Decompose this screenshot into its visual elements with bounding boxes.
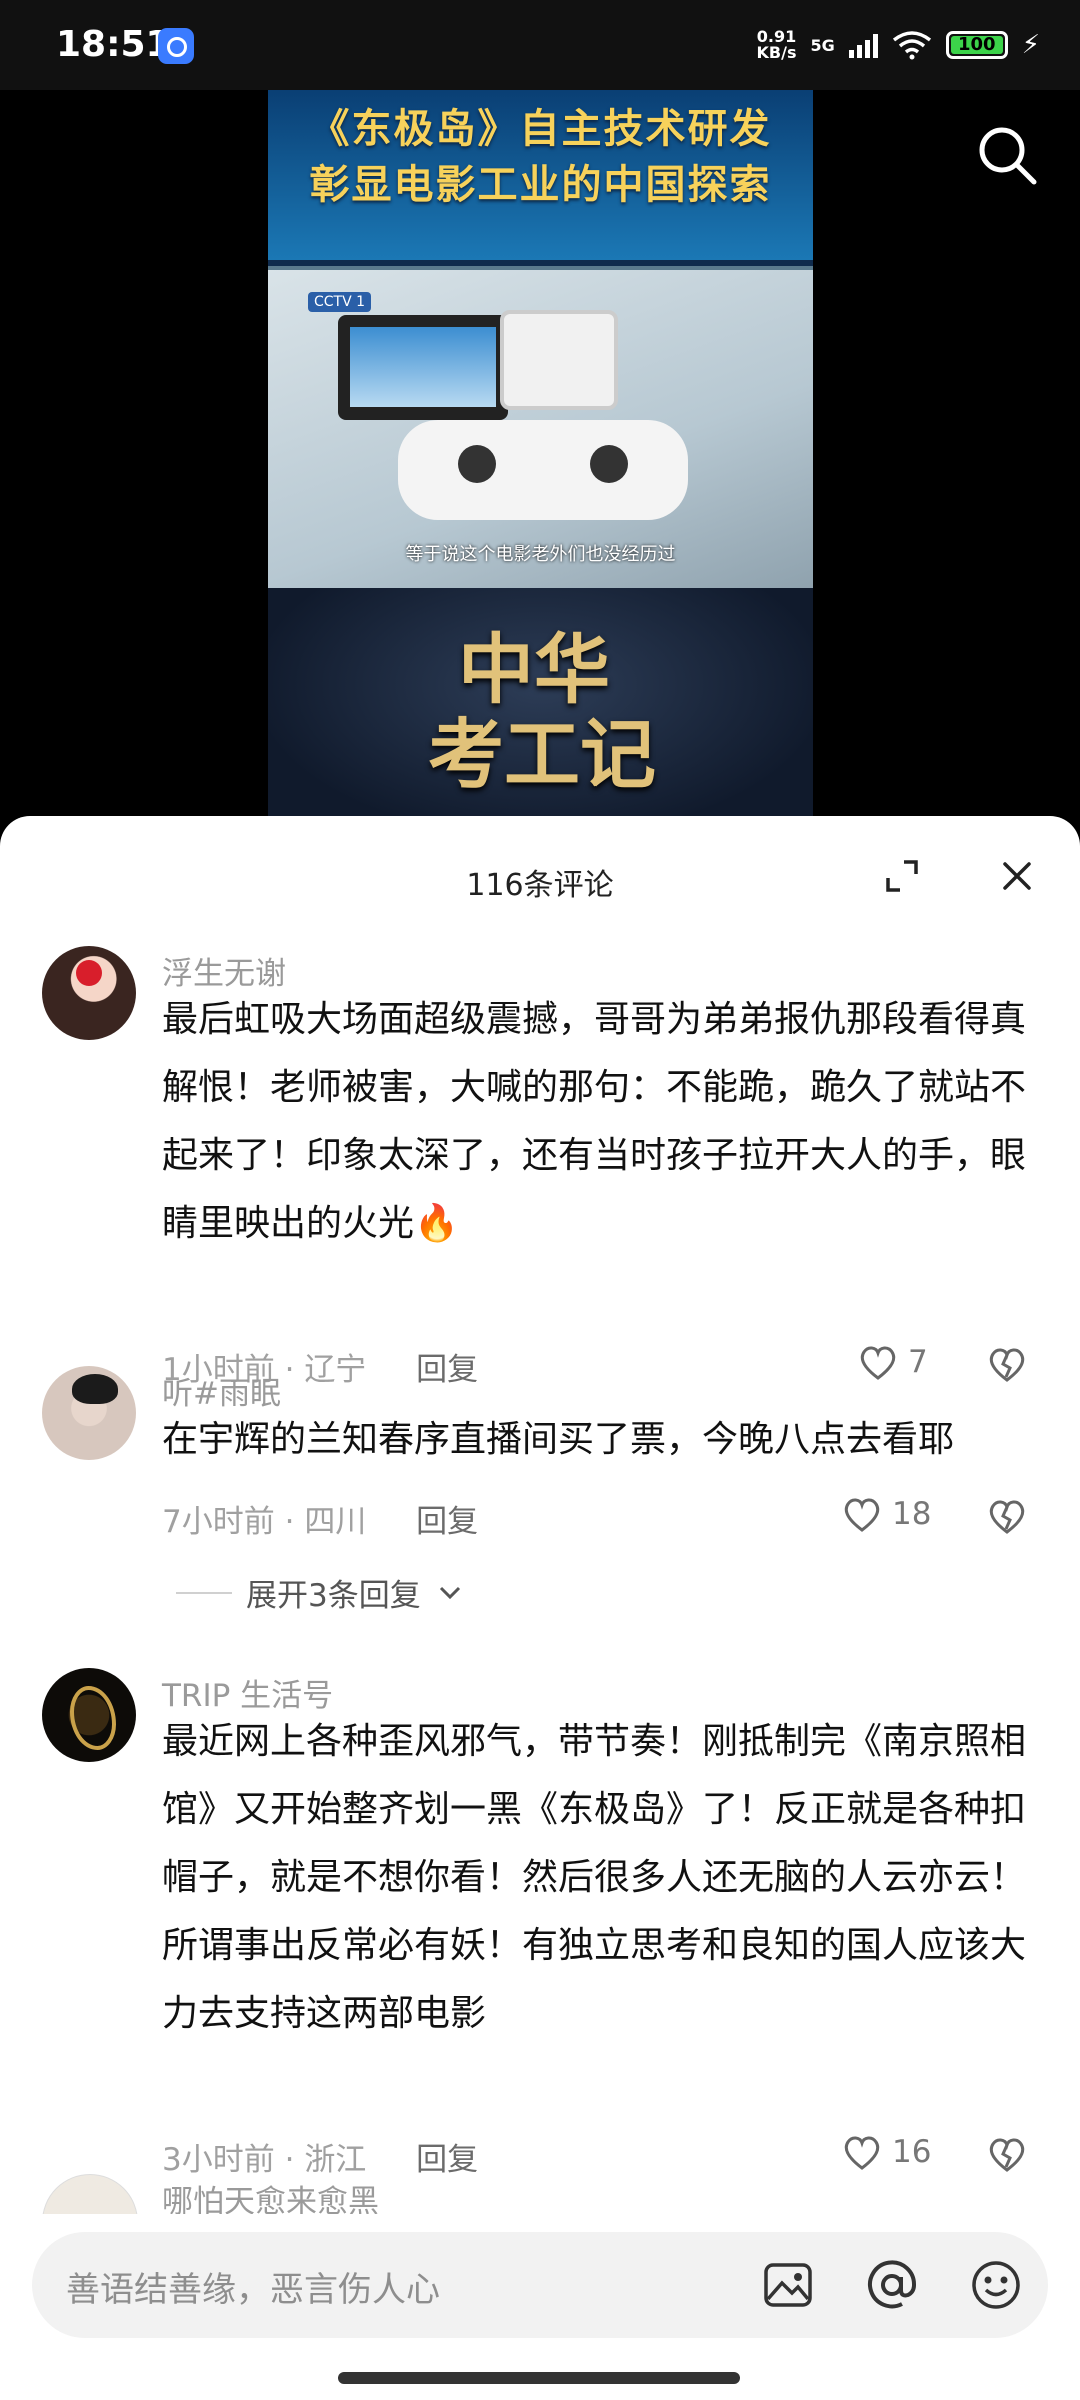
- comment-sheet: 116条评论 浮生无谢 最后虹吸大场面超级震撼，哥哥为弟弟报仇那段看得真解恨！老…: [0, 816, 1080, 2400]
- like-count: 7: [908, 1344, 928, 1380]
- video-subtitle: 等于说这个电影老外们也没经历过: [405, 544, 676, 565]
- video-title-line2: 彰显电影工业的中国探索: [309, 162, 772, 208]
- comment-meta: 7小时前 · 四川 回复: [162, 1504, 479, 1540]
- comment-text: 最近网上各种歪风邪气，带节奏！刚抵制完《南京照相馆》又开始整齐划一黑《东极岛》了…: [162, 1721, 1027, 2034]
- program-title-art: 中华 考工记: [268, 588, 813, 830]
- broken-heart-icon[interactable]: [985, 1494, 1029, 1538]
- video-player[interactable]: 《东极岛》自主技术研发 彰显电影工业的中国探索 CCTV 1 等于说这个电影老外…: [0, 90, 1080, 830]
- cctv-logo: CCTV 1: [308, 292, 372, 312]
- video-scene: CCTV 1 等于说这个电影老外们也没经历过: [268, 266, 813, 592]
- chevron-down-icon: [439, 1586, 460, 1599]
- expand-replies-label: 展开3条回复: [246, 1578, 421, 1614]
- mention-icon[interactable]: [864, 2257, 920, 2313]
- status-bar: 18:51 0.91 KB/s 5G 100 ⚡: [0, 0, 1080, 90]
- home-indicator[interactable]: [338, 2372, 740, 2384]
- like-button[interactable]: 18: [840, 1492, 931, 1536]
- heart-icon: [860, 1346, 896, 1380]
- comment-location: 四川: [304, 1504, 367, 1540]
- comment-input[interactable]: 善语结善缘，恶言伤人心: [66, 2262, 440, 2311]
- comment-text: 在宇辉的兰知春序直播间买了票，今晚八点去看耶: [162, 1419, 955, 1460]
- wifi-icon: [892, 31, 931, 60]
- network-type: 5G: [810, 35, 835, 55]
- comment-input-bar[interactable]: 善语结善缘，恶言伤人心: [32, 2232, 1048, 2338]
- image-icon[interactable]: [760, 2257, 816, 2313]
- comment-location: 辽宁: [304, 1352, 367, 1388]
- program-title-2: 考工记: [428, 710, 656, 799]
- comment-item: 哪怕天愈来愈黑: [0, 2154, 1080, 2214]
- avatar[interactable]: [42, 1668, 136, 1762]
- status-time: 18:51: [56, 24, 171, 65]
- comment-time: 7小时前: [162, 1504, 275, 1540]
- sheet-header: 116条评论: [0, 816, 1080, 926]
- reply-button[interactable]: 回复: [416, 1504, 478, 1540]
- comment-text: 最后虹吸大场面超级震撼，哥哥为弟弟报仇那段看得真解恨！老师被害，大喊的那句：不能…: [162, 999, 1027, 1244]
- avatar[interactable]: [42, 2174, 138, 2214]
- broken-heart-icon[interactable]: [985, 1342, 1029, 1386]
- expand-replies-button[interactable]: 展开3条回复: [176, 1570, 465, 1615]
- notification-app-icon: [158, 28, 194, 64]
- video-title-line1: 《东极岛》自主技术研发: [309, 106, 772, 152]
- like-count: 18: [892, 1496, 932, 1532]
- expand-icon[interactable]: [878, 852, 926, 900]
- video-title-banner: 《东极岛》自主技术研发 彰显电影工业的中国探索: [268, 90, 813, 260]
- avatar[interactable]: [42, 946, 136, 1040]
- battery-icon: 100: [945, 31, 1008, 59]
- network-speed: 0.91 KB/s: [756, 27, 797, 62]
- monitor-image: [338, 315, 508, 420]
- heart-icon: [844, 1498, 880, 1532]
- reply-button[interactable]: 回复: [416, 1352, 478, 1388]
- charging-icon: ⚡: [1021, 30, 1040, 60]
- search-icon[interactable]: [972, 120, 1042, 190]
- video-frame: 《东极岛》自主技术研发 彰显电影工业的中国探索 CCTV 1 等于说这个电影老外…: [268, 90, 813, 830]
- phone-image: [500, 310, 618, 410]
- avatar[interactable]: [42, 1366, 136, 1460]
- emoji-icon[interactable]: [968, 2257, 1024, 2313]
- like-button[interactable]: 7: [856, 1340, 928, 1384]
- signal-icon: [848, 32, 878, 58]
- comment-username[interactable]: 哪怕天愈来愈黑: [162, 2176, 379, 2214]
- close-icon[interactable]: [993, 852, 1041, 900]
- controller-image: [398, 420, 688, 520]
